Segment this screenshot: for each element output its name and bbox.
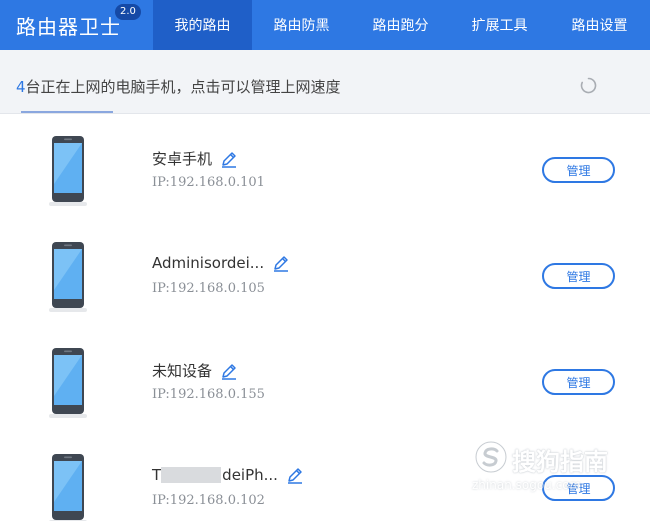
manage-button[interactable]: 管理 xyxy=(542,157,615,183)
status-underline xyxy=(21,111,113,113)
device-list: 安卓手机 IP:192.168.0.101 管理 Adminisordei... xyxy=(0,114,650,521)
edit-pencil-icon[interactable] xyxy=(220,150,238,168)
device-name: 安卓手机 xyxy=(152,150,213,168)
smartphone-icon xyxy=(49,454,87,521)
edit-pencil-icon[interactable] xyxy=(220,362,238,380)
top-header: 路由器卫士 2.0 我的路由 路由防黑 路由跑分 扩展工具 路由设置 xyxy=(0,0,650,50)
tab-router-settings[interactable]: 路由设置 xyxy=(549,0,650,50)
device-name: deiPh... xyxy=(222,466,278,484)
status-bar: 4台正在上网的电脑手机，点击可以管理上网速度 xyxy=(0,50,650,114)
device-name-group: T deiPh... xyxy=(152,466,304,484)
tab-extension-tools[interactable]: 扩展工具 xyxy=(450,0,549,50)
device-name: 未知设备 xyxy=(152,362,213,380)
manage-button[interactable]: 管理 xyxy=(542,263,615,289)
manage-button[interactable]: 管理 xyxy=(542,475,615,501)
smartphone-icon xyxy=(49,242,87,312)
edit-pencil-icon[interactable] xyxy=(272,254,290,272)
refresh-spinner-icon[interactable] xyxy=(580,77,597,94)
version-badge: 2.0 xyxy=(115,4,141,20)
table-row: Adminisordei... IP:192.168.0.105 管理 xyxy=(0,220,650,326)
main-nav: 我的路由 路由防黑 路由跑分 扩展工具 路由设置 xyxy=(153,0,650,50)
device-name-group: 安卓手机 xyxy=(152,148,238,169)
online-devices-message: 4台正在上网的电脑手机，点击可以管理上网速度 xyxy=(16,76,341,97)
device-ip: IP:192.168.0.102 xyxy=(152,493,265,508)
device-name-group: 未知设备 xyxy=(152,360,238,381)
device-name-group: Adminisordei... xyxy=(152,254,290,272)
manage-button[interactable]: 管理 xyxy=(542,369,615,395)
online-devices-text: 台正在上网的电脑手机，点击可以管理上网速度 xyxy=(25,78,341,96)
router-guard-app: 路由器卫士 2.0 我的路由 路由防黑 路由跑分 扩展工具 路由设置 4台正在上… xyxy=(0,0,650,521)
tab-my-router[interactable]: 我的路由 xyxy=(153,0,252,50)
tab-router-benchmark[interactable]: 路由跑分 xyxy=(351,0,450,50)
device-name: Adminisordei... xyxy=(152,254,265,272)
edit-pencil-icon[interactable] xyxy=(286,466,304,484)
brand: 路由器卫士 2.0 xyxy=(0,0,153,50)
smartphone-icon xyxy=(49,348,87,418)
smartphone-icon xyxy=(49,136,87,206)
redacted-name-blur xyxy=(161,467,222,483)
table-row: T deiPh... IP:192.168.0.102 管理 xyxy=(0,432,650,521)
brand-title: 路由器卫士 xyxy=(16,14,121,39)
table-row: 未知设备 IP:192.168.0.155 管理 xyxy=(0,326,650,432)
tab-router-antihack[interactable]: 路由防黑 xyxy=(252,0,351,50)
device-ip: IP:192.168.0.105 xyxy=(152,281,265,296)
device-name-prefix: T xyxy=(152,466,162,484)
device-ip: IP:192.168.0.101 xyxy=(152,175,265,190)
online-device-count: 4 xyxy=(16,78,26,96)
device-ip: IP:192.168.0.155 xyxy=(152,387,265,402)
table-row: 安卓手机 IP:192.168.0.101 管理 xyxy=(0,114,650,220)
